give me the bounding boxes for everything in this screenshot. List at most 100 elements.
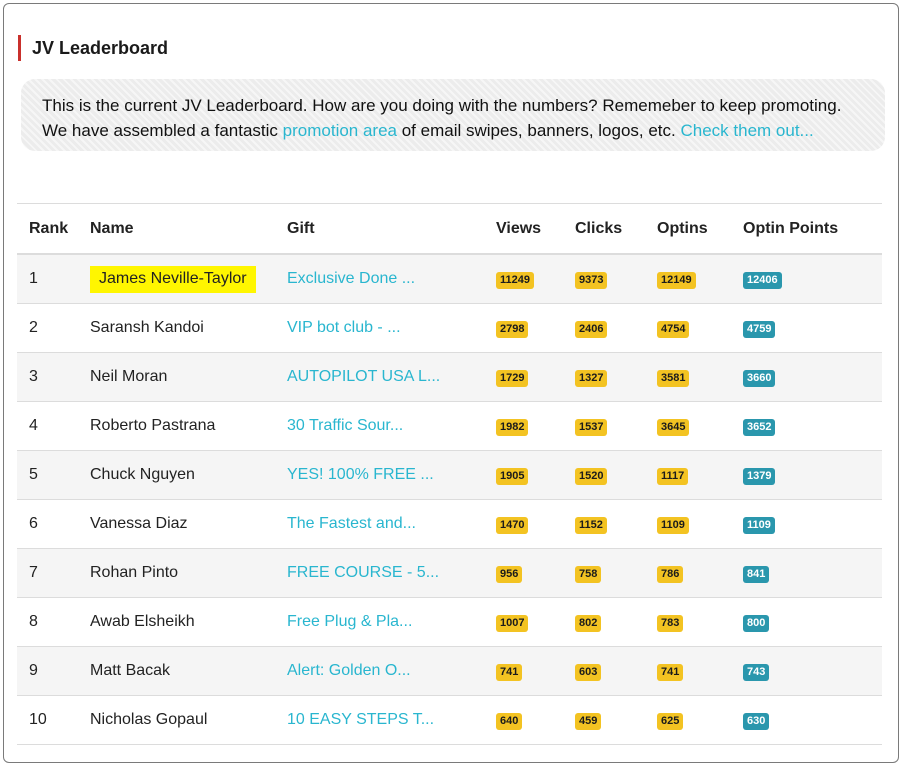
clicks-badge: 802 [575,614,602,632]
gift-cell: Alert: Golden O... [287,646,496,696]
gift-link[interactable]: The Fastest and... [287,515,416,532]
participant-name: Awab Elsheikh [90,613,195,630]
optins-cell: 741 [657,646,743,696]
table-row: 2 Saransh Kandoi VIP bot club - ... 2798 240… [17,303,882,353]
clicks-badge: 1520 [575,467,608,485]
table-header-row: Rank Name Gift Views Clicks Optins Optin… [17,203,882,255]
views-cell: 1905 [496,450,575,500]
clicks-badge: 2406 [575,320,608,338]
participant-name: Nicholas Gopaul [90,711,208,728]
clicks-cell: 1152 [575,499,657,549]
header-rank: Rank [17,203,90,255]
optins-badge: 625 [657,712,684,730]
clicks-badge: 9373 [575,271,608,289]
gift-link[interactable]: FREE COURSE - 5... [287,564,439,581]
views-badge: 1982 [496,418,529,436]
table-row: 5 Chuck Nguyen YES! 100% FREE ... 1905 1520 1… [17,450,882,500]
optin-points-badge: 3652 [743,418,776,436]
optins-cell: 1109 [657,499,743,549]
optins-badge: 4754 [657,320,690,338]
gift-link[interactable]: Free Plug & Pla... [287,613,412,630]
rank-cell: 2 [17,303,90,353]
notice-text-2: of email swipes, banners, logos, etc. [397,121,681,140]
optins-badge: 741 [657,663,684,681]
optin-points-cell: 630 [743,695,882,745]
views-cell: 741 [496,646,575,696]
name-cell: James Neville-Taylor [90,254,287,304]
gift-link[interactable]: 10 EASY STEPS T... [287,711,434,728]
optin-points-cell: 3660 [743,352,882,402]
clicks-badge: 603 [575,663,602,681]
optin-points-badge: 12406 [743,271,782,289]
table-row: 10 Nicholas Gopaul 10 EASY STEPS T... 640 45… [17,695,882,745]
clicks-cell: 9373 [575,254,657,304]
table-row: 8 Awab Elsheikh Free Plug & Pla... 1007 802 7… [17,597,882,647]
participant-name: Saransh Kandoi [90,319,204,336]
participant-name: Rohan Pinto [90,564,179,581]
table-row: 9 Matt Bacak Alert: Golden O... 741 603 741 74… [17,646,882,696]
optins-badge: 1109 [657,516,689,534]
views-badge: 640 [496,712,523,730]
gift-link[interactable]: Exclusive Done ... [287,270,415,287]
optin-points-cell: 3652 [743,401,882,451]
participant-name: James Neville-Taylor [90,266,256,293]
table-row: 6 Vanessa Diaz The Fastest and... 1470 1152 1… [17,499,882,549]
optin-points-cell: 1109 [743,499,882,549]
optins-cell: 783 [657,597,743,647]
check-them-out-link[interactable]: Check them out... [680,121,813,140]
rank-cell: 4 [17,401,90,451]
rank-cell: 7 [17,548,90,598]
optin-points-badge: 630 [743,712,770,730]
optins-cell: 3581 [657,352,743,402]
gift-link[interactable]: Alert: Golden O... [287,662,411,679]
clicks-cell: 1520 [575,450,657,500]
clicks-cell: 758 [575,548,657,598]
optin-points-cell: 800 [743,597,882,647]
optin-points-badge: 3660 [743,369,776,387]
gift-link[interactable]: YES! 100% FREE ... [287,466,434,483]
optins-cell: 12149 [657,254,743,304]
rank-cell: 6 [17,499,90,549]
clicks-badge: 1537 [575,418,608,436]
table-row: 4 Roberto Pastrana 30 Traffic Sour... 1982 1… [17,401,882,451]
optins-cell: 3645 [657,401,743,451]
leaderboard-table: Rank Name Gift Views Clicks Optins Optin… [17,203,882,745]
optin-points-cell: 12406 [743,254,882,304]
name-cell: Awab Elsheikh [90,597,287,647]
info-notice: This is the current JV Leaderboard. How … [21,79,885,151]
optins-badge: 1117 [657,467,689,485]
gift-cell: Exclusive Done ... [287,254,496,304]
clicks-badge: 459 [575,712,602,730]
optins-badge: 3645 [657,418,690,436]
optin-points-badge: 841 [743,565,770,583]
gift-link[interactable]: 30 Traffic Sour... [287,417,403,434]
gift-cell: VIP bot club - ... [287,303,496,353]
clicks-cell: 1327 [575,352,657,402]
optins-cell: 625 [657,695,743,745]
participant-name: Vanessa Diaz [90,515,188,532]
clicks-cell: 459 [575,695,657,745]
header-optin-points: Optin Points [743,203,882,255]
views-cell: 1982 [496,401,575,451]
views-badge: 1007 [496,614,529,632]
gift-link[interactable]: AUTOPILOT USA L... [287,368,440,385]
gift-link[interactable]: VIP bot club - ... [287,319,401,336]
participant-name: Neil Moran [90,368,168,385]
name-cell: Vanessa Diaz [90,499,287,549]
name-cell: Saransh Kandoi [90,303,287,353]
rank-cell: 3 [17,352,90,402]
clicks-badge: 758 [575,565,602,583]
clicks-badge: 1152 [575,516,607,534]
views-cell: 1007 [496,597,575,647]
gift-cell: Free Plug & Pla... [287,597,496,647]
header-name: Name [90,203,287,255]
views-badge: 11249 [496,271,534,289]
optins-cell: 4754 [657,303,743,353]
name-cell: Chuck Nguyen [90,450,287,500]
views-cell: 640 [496,695,575,745]
name-cell: Roberto Pastrana [90,401,287,451]
promotion-area-link[interactable]: promotion area [283,121,397,140]
views-badge: 2798 [496,320,529,338]
gift-cell: YES! 100% FREE ... [287,450,496,500]
views-badge: 1470 [496,516,529,534]
